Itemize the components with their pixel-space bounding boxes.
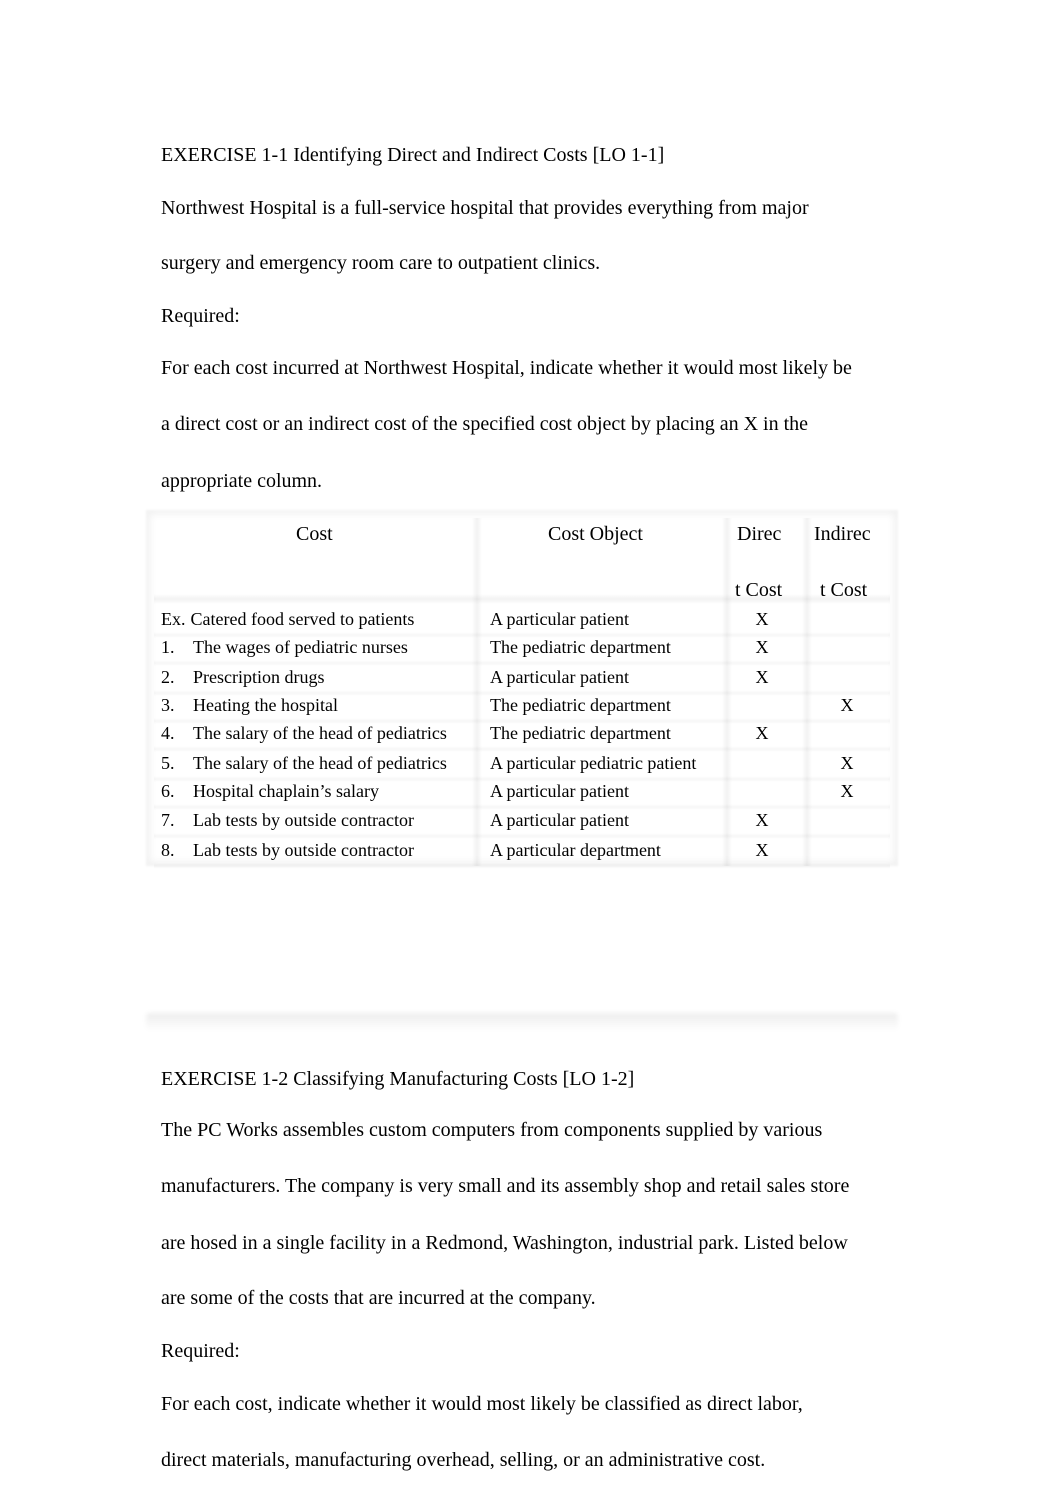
cost-classification-table: Cost Cost Object Direc t Cost Indirec t …	[146, 510, 898, 869]
row-number: 2.	[161, 667, 175, 687]
header-direct-line-1: Direc	[737, 523, 782, 545]
cost-object: A particular patient	[490, 667, 629, 687]
direct-cost-mark: X	[755, 723, 769, 743]
header-cost-object: Cost Object	[548, 523, 643, 545]
cost-object: A particular patient	[490, 609, 629, 629]
row-number: 1.	[161, 637, 175, 657]
cost-object: A particular department	[490, 840, 661, 860]
cost-label: Prescription drugs	[193, 667, 325, 687]
table-row-cost: 2. Prescription drugs	[161, 666, 324, 688]
row-divider	[154, 863, 890, 869]
direct-cost-mark: X	[755, 810, 769, 830]
row-number: 4.	[161, 723, 175, 743]
row-number: 6.	[161, 781, 175, 801]
cost-label: The salary of the head of pediatrics	[193, 723, 447, 743]
cost-object: The pediatric department	[490, 637, 671, 657]
header-direct-line-2: t Cost	[735, 579, 783, 601]
exercise-2-intro-line-3: are hosed in a single facility in a Redm…	[161, 1232, 848, 1254]
indirect-cost-mark: X	[840, 695, 854, 715]
exercise-1-required-label: Required:	[161, 305, 240, 327]
cost-label: Heating the hospital	[193, 695, 338, 715]
exercise-1-instruction-line-2: a direct cost or an indirect cost of the…	[161, 413, 809, 435]
table-row-cost: 3. Heating the hospital	[161, 694, 338, 716]
direct-cost-mark: X	[755, 637, 769, 657]
exercise-2-intro-line-4: are some of the costs that are incurred …	[161, 1287, 596, 1309]
table-row-cost: 1. The wages of pediatric nurses	[161, 636, 408, 658]
cost-label: Lab tests by outside contractor	[193, 810, 414, 830]
exercise-2-required-label: Required:	[161, 1340, 240, 1362]
table-row-cost: 4. The salary of the head of pediatrics	[161, 722, 447, 744]
exercise-2-intro-line-2: manufacturers. The company is very small…	[161, 1175, 850, 1197]
direct-cost-mark: X	[755, 840, 769, 860]
cost-object: A particular patient	[490, 810, 629, 830]
exercise-1-intro-line-2: surgery and emergency room care to outpa…	[161, 252, 601, 274]
table-bottom-shadow	[146, 1013, 898, 1031]
cost-label: Lab tests by outside contractor	[193, 840, 414, 860]
exercise-2-instruction-line-2: direct materials, manufacturing overhead…	[161, 1449, 766, 1471]
exercise-2-intro-line-1: The PC Works assembles custom computers …	[161, 1119, 823, 1141]
direct-cost-mark: X	[755, 667, 769, 687]
cost-label: Hospital chaplain’s salary	[193, 781, 379, 801]
row-number: 5.	[161, 753, 175, 773]
header-indirect-line-2: t Cost	[820, 579, 868, 601]
exercise-1-title: EXERCISE 1-1 Identifying Direct and Indi…	[161, 144, 665, 166]
table-row-cost: 8. Lab tests by outside contractor	[161, 839, 414, 861]
direct-cost-mark: X	[755, 609, 769, 629]
exercise-1-instruction-line-3: appropriate column.	[161, 470, 323, 492]
cost-label: Catered food served to patients	[190, 609, 415, 629]
cost-label: The salary of the head of pediatrics	[193, 753, 447, 773]
row-number: 8.	[161, 840, 175, 860]
exercise-1-instruction-line-1: For each cost incurred at Northwest Hosp…	[161, 357, 852, 379]
indirect-cost-mark: X	[840, 781, 854, 801]
row-number: 7.	[161, 810, 175, 830]
cost-label: The wages of pediatric nurses	[193, 637, 408, 657]
table-row-cost: 6. Hospital chaplain’s salary	[161, 780, 379, 802]
exercise-1-intro-line-1: Northwest Hospital is a full-service hos…	[161, 197, 809, 219]
row-number: Ex.	[161, 609, 186, 629]
header-indirect-line-1: Indirec	[814, 523, 871, 545]
cost-object: A particular pediatric patient	[490, 753, 697, 773]
exercise-2-instruction-line-1: For each cost, indicate whether it would…	[161, 1393, 803, 1415]
table-row-cost: 7. Lab tests by outside contractor	[161, 809, 414, 831]
table-row-cost: Ex. Catered food served to patients	[161, 608, 414, 630]
header-cost: Cost	[296, 523, 333, 545]
cost-object: The pediatric department	[490, 723, 671, 743]
cost-object: A particular patient	[490, 781, 629, 801]
cost-object: The pediatric department	[490, 695, 671, 715]
table-row-cost: 5. The salary of the head of pediatrics	[161, 752, 447, 774]
indirect-cost-mark: X	[840, 753, 854, 773]
exercise-2-title: EXERCISE 1-2 Classifying Manufacturing C…	[161, 1068, 635, 1090]
row-number: 3.	[161, 695, 175, 715]
